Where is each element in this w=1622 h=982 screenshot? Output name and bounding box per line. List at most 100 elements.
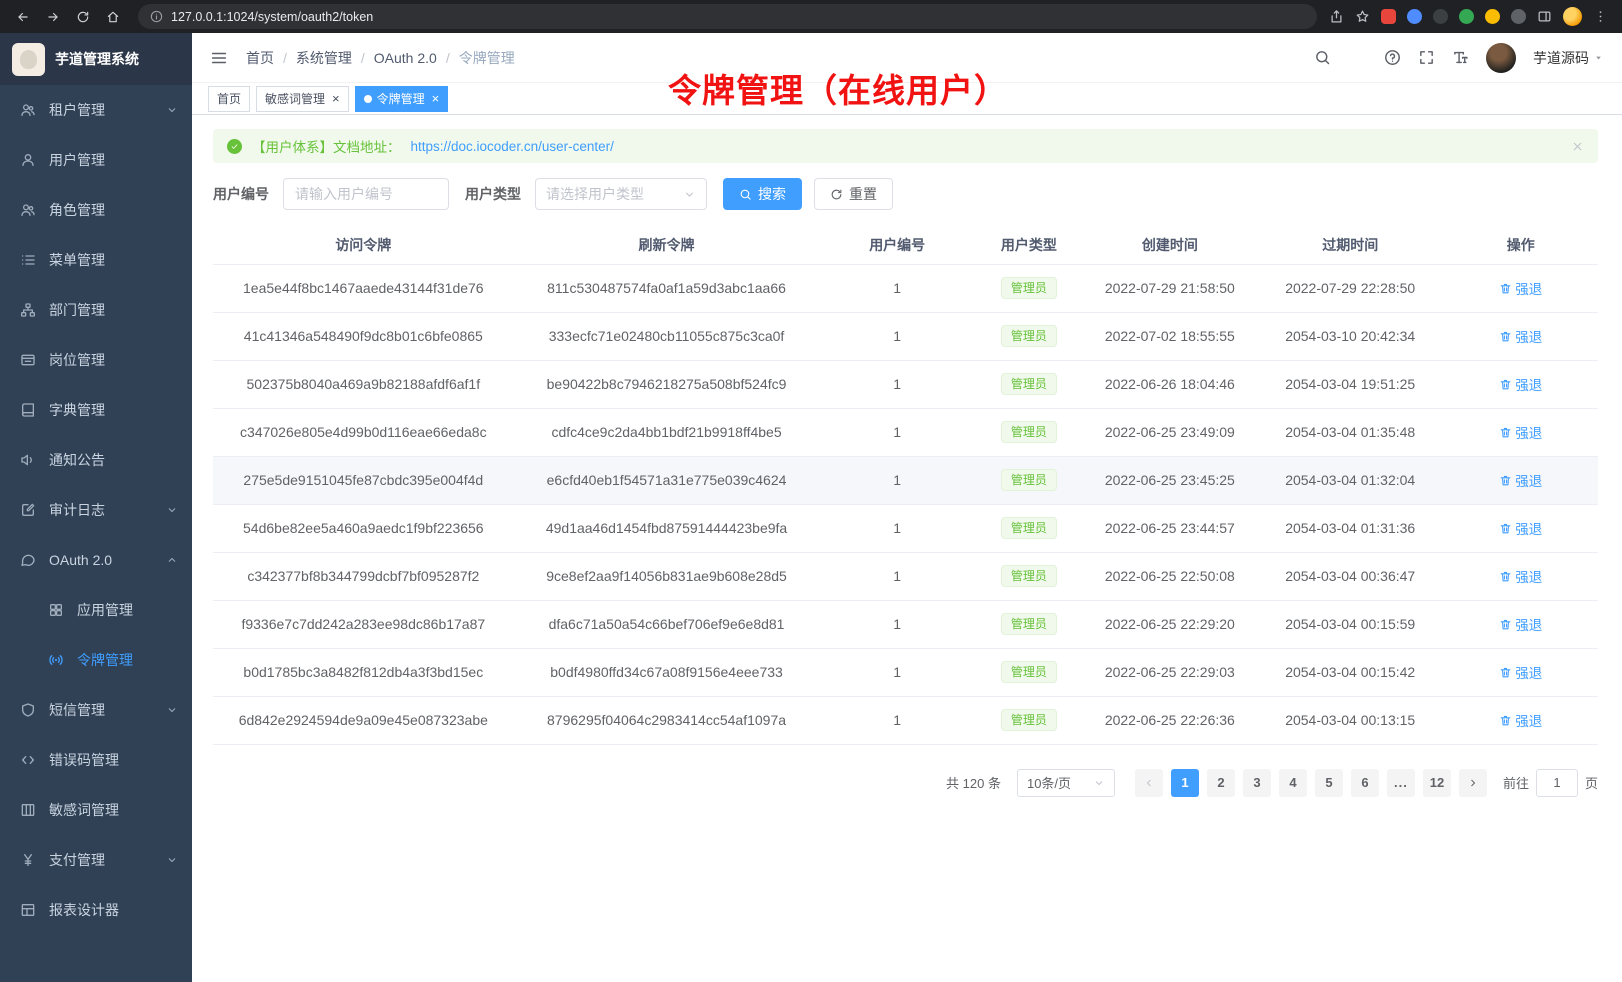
extension-icon-dark[interactable] xyxy=(1433,9,1448,24)
tab-close-icon[interactable]: × xyxy=(432,91,440,106)
browser-menu-icon[interactable] xyxy=(1593,9,1608,24)
force-logout-button[interactable]: 强退 xyxy=(1499,662,1542,682)
force-logout-button[interactable]: 强退 xyxy=(1499,278,1542,298)
extension-icon-red[interactable] xyxy=(1381,9,1396,24)
site-info-icon[interactable] xyxy=(150,10,163,23)
extension-icon-orange[interactable] xyxy=(1485,9,1500,24)
breadcrumb-item[interactable]: 首页 xyxy=(246,48,274,68)
sidebar-item-dict[interactable]: 字典管理 xyxy=(0,385,192,435)
page-button[interactable]: 1 xyxy=(1171,769,1199,797)
trash-icon xyxy=(1499,474,1512,487)
sidebar-item-oauth2-app[interactable]: 应用管理 xyxy=(0,585,192,635)
sidebar-item-tenant[interactable]: 租户管理 xyxy=(0,85,192,135)
user-type-select[interactable]: 请选择用户类型 xyxy=(535,178,707,210)
sidebar-item-role[interactable]: 角色管理 xyxy=(0,185,192,235)
sidebar-item-sensitive-word[interactable]: 敏感词管理 xyxy=(0,785,192,835)
doc-link[interactable]: https://doc.iocoder.cn/user-center/ xyxy=(411,139,614,154)
page-button[interactable]: 12 xyxy=(1423,769,1451,797)
share-icon[interactable] xyxy=(1329,9,1344,24)
search-icon[interactable] xyxy=(1314,49,1331,66)
breadcrumb: 首页/系统管理/OAuth 2.0/令牌管理 xyxy=(246,48,515,68)
more-pages-button[interactable]: ... xyxy=(1387,769,1415,797)
back-icon[interactable] xyxy=(10,4,36,30)
tab-token[interactable]: 令牌管理× xyxy=(355,86,449,112)
user-type-cell: 管理员 xyxy=(975,456,1083,504)
force-logout-button[interactable]: 强退 xyxy=(1499,374,1542,394)
page-button[interactable]: 2 xyxy=(1207,769,1235,797)
tab-sensitive-word[interactable]: 敏感词管理× xyxy=(256,86,349,112)
sidebar-item-oauth2[interactable]: OAuth 2.0 xyxy=(0,535,192,585)
search-button[interactable]: 搜索 xyxy=(723,178,802,210)
force-logout-button[interactable]: 强退 xyxy=(1499,518,1542,538)
access-token-cell: 6d842e2924594de9a09e45e087323abe xyxy=(213,696,514,744)
app-logo[interactable]: 芋道管理系统 xyxy=(0,33,192,85)
forward-icon[interactable] xyxy=(40,4,66,30)
extension-icon-green[interactable] xyxy=(1459,9,1474,24)
page-button[interactable]: 3 xyxy=(1243,769,1271,797)
font-size-icon[interactable] xyxy=(1452,49,1469,66)
sidebar-item-error-code[interactable]: 错误码管理 xyxy=(0,735,192,785)
goto-page-input[interactable] xyxy=(1536,769,1578,797)
github-icon[interactable] xyxy=(1348,48,1367,67)
expires-at-cell: 2054-03-04 19:51:25 xyxy=(1257,360,1444,408)
page-button[interactable]: 4 xyxy=(1279,769,1307,797)
breadcrumb-separator: / xyxy=(283,50,287,66)
force-logout-button[interactable]: 强退 xyxy=(1499,710,1542,730)
sidebar-item-menu[interactable]: 菜单管理 xyxy=(0,235,192,285)
sidebar-item-label: 租户管理 xyxy=(49,100,105,120)
page-button[interactable]: 6 xyxy=(1351,769,1379,797)
breadcrumb-separator: / xyxy=(361,50,365,66)
prev-page-button[interactable] xyxy=(1135,769,1163,797)
force-logout-button[interactable]: 强退 xyxy=(1499,614,1542,634)
next-page-button[interactable] xyxy=(1459,769,1487,797)
sidebar-item-sms[interactable]: 短信管理 xyxy=(0,685,192,735)
reload-icon[interactable] xyxy=(70,4,96,30)
reset-button[interactable]: 重置 xyxy=(814,178,893,210)
tab-close-icon[interactable]: × xyxy=(332,91,340,106)
total-count: 共 120 条 xyxy=(946,773,1001,792)
refresh-token-cell: 811c530487574fa0af1a59d3abc1aa66 xyxy=(514,264,820,312)
extension-icon-blue[interactable] xyxy=(1407,9,1422,24)
user-id-cell: 1 xyxy=(819,552,975,600)
force-logout-button[interactable]: 强退 xyxy=(1499,326,1542,346)
sidebar-item-report-designer[interactable]: 报表设计器 xyxy=(0,885,192,935)
breadcrumb-item[interactable]: OAuth 2.0 xyxy=(374,50,437,66)
sidebar-item-audit-log[interactable]: 审计日志 xyxy=(0,485,192,535)
page-content: 【用户体系】文档地址： https://doc.iocoder.cn/user-… xyxy=(192,115,1622,982)
page-button[interactable]: 5 xyxy=(1315,769,1343,797)
page-size-select[interactable]: 10条/页 xyxy=(1017,769,1115,797)
help-icon[interactable] xyxy=(1384,49,1401,66)
sidebar-item-pay[interactable]: 支付管理 xyxy=(0,835,192,885)
home-icon[interactable] xyxy=(100,4,126,30)
logo-image xyxy=(12,43,45,76)
created-at-cell: 2022-06-25 22:29:20 xyxy=(1083,600,1257,648)
users-icon xyxy=(20,202,36,218)
bookmark-star-icon[interactable] xyxy=(1355,9,1370,24)
expires-at-cell: 2054-03-04 00:36:47 xyxy=(1257,552,1444,600)
refresh-token-cell: 49d1aa46d1454fbd87591444423be9fa xyxy=(514,504,820,552)
force-logout-button[interactable]: 强退 xyxy=(1499,566,1542,586)
url-bar[interactable]: 127.0.0.1:1024/system/oauth2/token xyxy=(138,4,1317,29)
sidebar-item-user[interactable]: 用户管理 xyxy=(0,135,192,185)
user-avatar[interactable] xyxy=(1486,43,1516,73)
side-panel-icon[interactable] xyxy=(1537,9,1552,24)
hamburger-icon[interactable] xyxy=(210,49,228,67)
table-row: f9336e7c7dd242a283ee98dc86b17a87dfa6c71a… xyxy=(213,600,1598,648)
tab-label: 首页 xyxy=(217,90,241,107)
user-menu[interactable]: 芋道源码 xyxy=(1533,48,1604,68)
browser-profile-avatar[interactable] xyxy=(1563,7,1582,26)
force-logout-label: 强退 xyxy=(1515,374,1542,394)
breadcrumb-item[interactable]: 系统管理 xyxy=(296,48,352,68)
access-token-cell: c342377bf8b344799dcbf7bf095287f2 xyxy=(213,552,514,600)
sidebar-item-oauth2-token[interactable]: 令牌管理 xyxy=(0,635,192,685)
force-logout-button[interactable]: 强退 xyxy=(1499,422,1542,442)
force-logout-button[interactable]: 强退 xyxy=(1499,470,1542,490)
sidebar-item-notice[interactable]: 通知公告 xyxy=(0,435,192,485)
sidebar-item-dept[interactable]: 部门管理 xyxy=(0,285,192,335)
sidebar-item-post[interactable]: 岗位管理 xyxy=(0,335,192,385)
tab-home[interactable]: 首页 xyxy=(208,86,250,112)
fullscreen-icon[interactable] xyxy=(1418,49,1435,66)
extension-icon-gray[interactable] xyxy=(1511,9,1526,24)
user-id-input[interactable] xyxy=(283,178,449,210)
alert-close-icon[interactable] xyxy=(1571,140,1584,153)
